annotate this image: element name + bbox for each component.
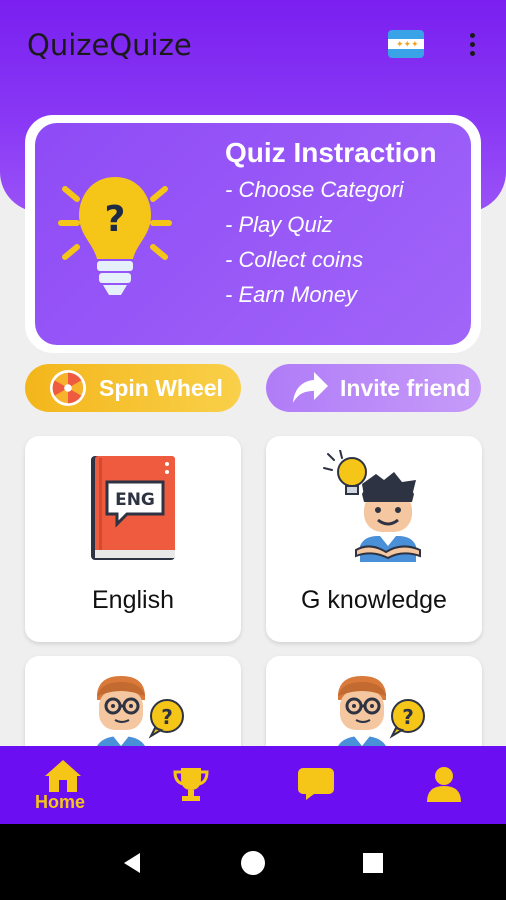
category-label: G knowledge bbox=[301, 586, 447, 614]
menu-dot bbox=[469, 51, 475, 56]
svg-text:?: ? bbox=[105, 199, 126, 240]
quiz-instruction-panel: ? Quiz Instraction - Choose Categori - P… bbox=[35, 123, 471, 345]
bottom-navigation: Home bbox=[0, 746, 506, 824]
chat-icon bbox=[298, 768, 334, 800]
spin-wheel-icon bbox=[49, 369, 87, 407]
profile-icon bbox=[427, 767, 461, 802]
app-title: QuizeQuize bbox=[27, 28, 192, 62]
india-flag-icon[interactable]: ✦✦✦ bbox=[388, 30, 424, 58]
flag-emblem: ✦✦✦ bbox=[396, 39, 419, 49]
menu-dot bbox=[469, 42, 475, 47]
category-label: English bbox=[92, 586, 174, 614]
lightbulb-question-icon: ? bbox=[58, 177, 172, 295]
nav-home-label: Home bbox=[35, 792, 86, 812]
svg-text:?: ? bbox=[161, 705, 173, 729]
share-arrow-icon bbox=[293, 372, 328, 403]
home-circle-icon[interactable] bbox=[240, 850, 266, 876]
nav-home[interactable]: Home bbox=[24, 746, 104, 824]
nav-leaderboard[interactable] bbox=[150, 746, 230, 824]
trophy-icon bbox=[173, 768, 209, 801]
svg-text:?: ? bbox=[402, 705, 414, 729]
spin-wheel-button[interactable]: Spin Wheel bbox=[25, 364, 241, 412]
spin-wheel-label: Spin Wheel bbox=[99, 374, 223, 401]
home-icon bbox=[45, 760, 81, 792]
recents-icon[interactable] bbox=[362, 852, 384, 874]
menu-dot bbox=[469, 33, 475, 38]
quiz-instruction-card: ? Quiz Instraction - Choose Categori - P… bbox=[25, 115, 481, 353]
category-card-g-knowledge[interactable]: G knowledge bbox=[266, 436, 482, 642]
invite-friend-button[interactable]: Invite friend bbox=[266, 364, 481, 412]
instruction-line: - Collect coins bbox=[225, 247, 364, 272]
instruction-line: - Play Quiz bbox=[225, 212, 333, 237]
invite-friend-label: Invite friend bbox=[340, 374, 471, 401]
english-book-icon: ENG bbox=[91, 456, 175, 560]
system-navigation-bar bbox=[0, 824, 506, 900]
idea-boy-icon bbox=[323, 450, 421, 562]
instruction-line: - Choose Categori bbox=[225, 177, 404, 202]
book-text: ENG bbox=[115, 490, 155, 510]
instruction-line: - Earn Money bbox=[225, 282, 358, 307]
nav-profile[interactable] bbox=[404, 746, 484, 824]
back-icon[interactable] bbox=[120, 851, 144, 875]
instruction-title: Quiz Instraction bbox=[225, 137, 437, 168]
kebab-menu-icon[interactable] bbox=[462, 30, 482, 60]
nav-messages[interactable] bbox=[278, 746, 358, 824]
category-card-english[interactable]: ENG English bbox=[25, 436, 241, 642]
